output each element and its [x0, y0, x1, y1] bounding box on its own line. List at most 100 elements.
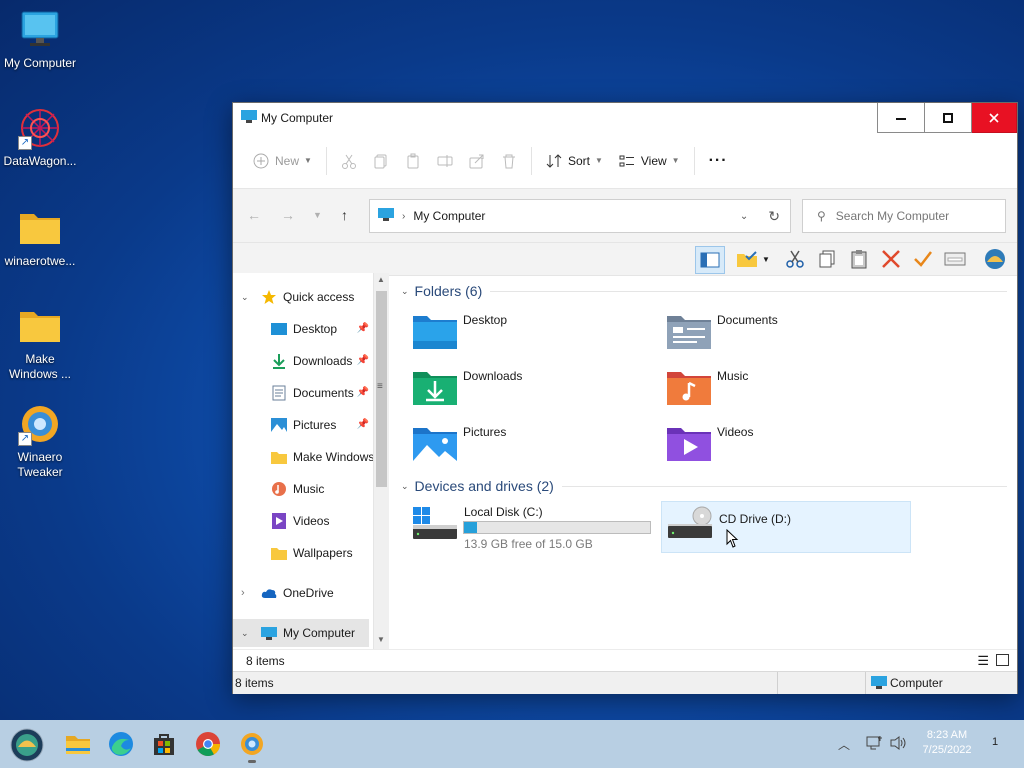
start-button[interactable] [10, 728, 44, 762]
taskbar: ︿ 8:23 AM 7/25/2022 1 [0, 720, 1024, 768]
notification-count-badge[interactable]: 1 [992, 736, 998, 748]
delete-button-classic[interactable] [877, 246, 905, 272]
refresh-icon[interactable]: ↻ [768, 208, 780, 225]
chevron-right-icon: › [241, 587, 245, 599]
nav-item-wallpapers[interactable]: Wallpapers [233, 539, 371, 567]
taskbar-edge[interactable] [107, 730, 135, 758]
nav-item-videos[interactable]: Videos [233, 507, 371, 535]
network-icon[interactable] [866, 735, 882, 754]
folders-group-header[interactable]: ⌄ Folders (6) [401, 283, 1007, 299]
nav-item-documents[interactable]: Documents 📌 [233, 379, 371, 407]
winaero-tweaker-icon: ↗ [18, 402, 62, 446]
nav-item-make-windows[interactable]: Make Windows [233, 443, 381, 471]
pin-icon: 📌 [356, 387, 369, 398]
status-location: Computer [890, 676, 943, 690]
more-options-button[interactable]: ··· [701, 145, 736, 177]
address-bar[interactable]: › My Computer ⌄ ↻ [369, 199, 791, 233]
close-button[interactable] [972, 103, 1017, 133]
title-bar[interactable]: My Computer [233, 103, 1017, 133]
desktop-icon-datawagon[interactable]: ↗ DataWagon... [0, 106, 80, 169]
nav-item-desktop[interactable]: Desktop 📌 [233, 315, 371, 343]
clock[interactable]: 8:23 AM 7/25/2022 [916, 728, 978, 758]
chevron-down-icon: ⌄ [241, 627, 249, 638]
breadcrumb-chevron-icon: › [402, 210, 406, 222]
paste-button-classic[interactable] [845, 246, 873, 272]
maximize-button[interactable] [925, 103, 972, 133]
folder-tile-desktop[interactable]: Desktop [413, 313, 653, 349]
shortcut-arrow-icon: ↗ [18, 432, 32, 446]
drive-tile-d[interactable]: CD Drive (D:) [661, 501, 911, 553]
computer-icon [18, 8, 62, 52]
drive-tile-c[interactable]: Local Disk (C:) 13.9 GB free of 15.0 GB [411, 503, 661, 551]
folder-label: Documents [717, 313, 778, 327]
confirm-button-classic[interactable] [909, 246, 937, 272]
sort-button[interactable]: Sort ▼ [538, 145, 611, 177]
command-bar: New ▼ Sort ▼ View ▼ ··· [233, 133, 1017, 189]
cut-button-classic[interactable] [781, 246, 809, 272]
copy-button-classic[interactable] [813, 246, 841, 272]
nav-label: Wallpapers [293, 546, 353, 560]
sort-label: Sort [567, 153, 590, 168]
pin-icon: 📌 [356, 419, 369, 430]
minimize-button[interactable] [877, 103, 925, 133]
taskbar-store[interactable] [150, 730, 178, 758]
shortcut-arrow-icon: ↗ [18, 136, 32, 150]
drives-group-header[interactable]: ⌄ Devices and drives (2) [401, 478, 1007, 494]
desktop-icon-make-windows-folder[interactable]: Make Windows ... [0, 304, 80, 382]
folder-tile-videos[interactable]: Videos [667, 425, 907, 461]
nav-quick-access[interactable]: ⌄ Quick access [233, 283, 371, 311]
search-box[interactable]: ⚲ Search My Computer [802, 199, 1006, 233]
select-all-button[interactable]: ▼ [733, 246, 773, 272]
scissors-icon [786, 250, 804, 268]
tray-chevron-up-icon[interactable]: ︿ [838, 736, 850, 753]
cut-button[interactable] [333, 145, 365, 177]
nav-scrollbar[interactable]: ▲ ≡ ▼ [373, 273, 389, 649]
folder-icon [18, 206, 62, 250]
nav-item-pictures[interactable]: Pictures 📌 [233, 411, 371, 439]
volume-icon[interactable] [890, 735, 908, 754]
rename-button[interactable] [429, 145, 461, 177]
copy-button[interactable] [365, 145, 397, 177]
paste-button[interactable] [397, 145, 429, 177]
taskbar-winaero-tweaker[interactable] [238, 730, 266, 763]
new-button[interactable]: New ▼ [245, 145, 320, 177]
nav-item-downloads[interactable]: Downloads 📌 [233, 347, 371, 375]
folder-tile-downloads[interactable]: Downloads [413, 369, 653, 405]
taskbar-file-explorer[interactable] [64, 730, 92, 758]
running-indicator [248, 760, 256, 763]
desktop-icon-my-computer[interactable]: My Computer [0, 8, 80, 71]
desktop-icon-winaero-tweaker[interactable]: ↗ Winaero Tweaker [0, 402, 80, 480]
nav-onedrive[interactable]: › OneDrive [233, 579, 371, 607]
pin-icon: 📌 [356, 355, 369, 366]
properties-button-classic[interactable] [941, 246, 969, 272]
nav-my-computer[interactable]: ⌄ My Computer [233, 619, 369, 647]
forward-arrow-icon[interactable]: → [281, 207, 295, 223]
view-button[interactable]: View ▼ [611, 145, 688, 177]
recent-chevron-icon[interactable]: ▼ [313, 210, 322, 220]
rename-icon [437, 154, 453, 167]
up-arrow-icon[interactable]: ↑ [341, 207, 348, 223]
more-icon: ··· [708, 151, 728, 169]
folder-tile-music[interactable]: Music [667, 369, 907, 405]
documents-folder-icon [667, 313, 711, 349]
large-icons-view-icon[interactable] [996, 654, 1009, 666]
items-count: 8 items [246, 654, 285, 668]
desktop-icon-winaerotweaker-folder[interactable]: winaerotwe... [0, 206, 80, 269]
minimize-icon [896, 117, 906, 120]
delete-button[interactable] [493, 145, 525, 177]
share-button[interactable] [461, 145, 493, 177]
scroll-down-icon[interactable]: ▼ [377, 635, 385, 644]
back-arrow-icon[interactable]: ← [247, 207, 261, 223]
address-dropdown-icon[interactable]: ⌄ [740, 211, 748, 222]
folder-tile-documents[interactable]: Documents [667, 313, 907, 349]
scroll-up-icon[interactable]: ▲ [377, 275, 385, 284]
shell-button-classic[interactable] [981, 246, 1009, 272]
taskbar-chrome[interactable] [194, 730, 222, 758]
navigation-pane-button[interactable] [695, 246, 725, 274]
details-view-icon[interactable]: ☰ [977, 653, 989, 669]
folder-label: Downloads [463, 369, 523, 383]
nav-label: Make Windows [293, 450, 375, 464]
folder-tile-pictures[interactable]: Pictures [413, 425, 653, 461]
nav-item-music[interactable]: Music [233, 475, 371, 503]
mouse-cursor-icon [726, 528, 740, 552]
